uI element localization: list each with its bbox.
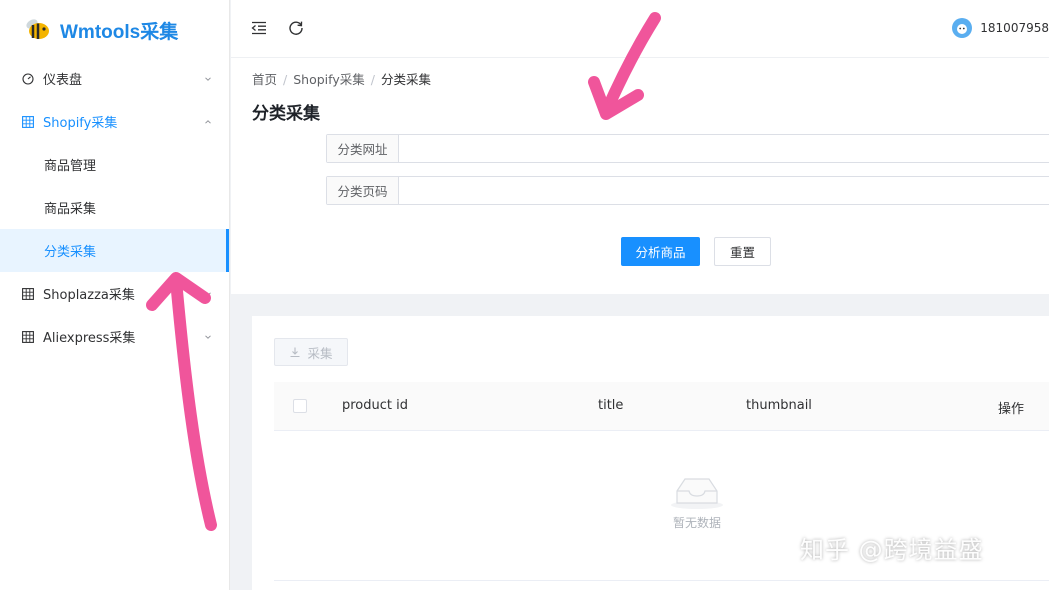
user-menu[interactable]: 181007958 <box>952 18 1049 38</box>
sidebar-item-aliexpress[interactable]: Aliexpress采集 <box>0 315 229 358</box>
collect-button-label: 采集 <box>307 345 333 361</box>
column-actions: 操作 <box>998 402 1025 417</box>
empty-state: 暂无数据 <box>667 471 727 531</box>
refresh-icon[interactable] <box>287 19 305 37</box>
breadcrumb: 首页 / Shopify采集 / 分类采集 <box>252 69 431 88</box>
sidebar-subitem-category-collect[interactable]: 分类采集 <box>0 229 229 272</box>
sidebar-subitem-label: 商品管理 <box>44 159 97 174</box>
sidebar-item-label: Shoplazza采集 <box>43 288 135 303</box>
app-logo[interactable]: Wmtools采集 <box>0 0 229 60</box>
column-title: title <box>598 398 624 413</box>
user-name: 181007958 <box>980 21 1049 35</box>
table-bottom-divider <box>274 580 1049 581</box>
breadcrumb-shopify[interactable]: Shopify采集 <box>293 72 365 87</box>
category-url-input[interactable] <box>399 135 1049 162</box>
breadcrumb-current: 分类采集 <box>380 72 431 87</box>
column-product-id: product id <box>342 398 408 413</box>
sidebar-item-shopify[interactable]: Shopify采集 <box>0 100 229 143</box>
chevron-down-icon <box>203 332 213 342</box>
watermark-text: 知乎 @跨境益盛 <box>800 536 984 564</box>
category-page-field: 分类页码 <box>326 176 1049 205</box>
category-url-field: 分类网址 <box>326 134 1049 163</box>
breadcrumb-home[interactable]: 首页 <box>252 72 277 87</box>
page-title: 分类采集 <box>252 104 320 124</box>
empty-inbox-icon <box>667 471 727 514</box>
select-all-checkbox[interactable] <box>293 399 307 413</box>
reset-button[interactable]: 重置 <box>714 237 771 266</box>
collapse-menu-icon[interactable] <box>250 19 268 37</box>
top-header: 181007958 <box>231 0 1049 58</box>
page-header-panel: 首页 / Shopify采集 / 分类采集 分类采集 分类网址 分类页码 分析商品 重置 <box>231 58 1049 294</box>
analyze-products-button[interactable]: 分析商品 <box>621 237 700 266</box>
table-header: product id title thumbnail 操作 <box>274 382 1049 431</box>
chevron-up-icon <box>203 117 213 127</box>
dashboard-icon <box>22 72 34 85</box>
category-page-label: 分类页码 <box>327 177 399 204</box>
avatar <box>952 18 973 38</box>
empty-text: 暂无数据 <box>672 516 721 530</box>
column-thumbnail: thumbnail <box>746 398 812 413</box>
sidebar-subitem-product-collect[interactable]: 商品采集 <box>0 186 229 229</box>
category-url-label: 分类网址 <box>327 135 399 162</box>
download-icon <box>290 347 300 358</box>
chevron-down-icon <box>203 289 213 299</box>
sidebar-subitem-label: 商品采集 <box>44 202 97 217</box>
sidebar-item-label: Shopify采集 <box>43 116 118 131</box>
sidebar-item-dashboard[interactable]: 仪表盘 <box>0 57 229 100</box>
sidebar: Wmtools采集 仪表盘 Shopify采集 商品管理 商品采集 分类采集 S… <box>0 0 230 590</box>
bee-logo-icon <box>22 15 52 45</box>
chevron-down-icon <box>203 74 213 84</box>
category-page-input[interactable] <box>399 177 1049 204</box>
breadcrumb-separator: / <box>370 72 375 87</box>
sidebar-item-shoplazza[interactable]: Shoplazza采集 <box>0 272 229 315</box>
sidebar-item-label: 仪表盘 <box>43 73 83 88</box>
grid-icon <box>22 287 34 300</box>
sidebar-subitem-label: 分类采集 <box>44 245 97 260</box>
sidebar-item-label: Aliexpress采集 <box>43 331 136 346</box>
grid-icon <box>22 330 34 343</box>
app-title: Wmtools采集 <box>60 21 179 43</box>
sidebar-subitem-product-management[interactable]: 商品管理 <box>0 143 229 186</box>
grid-icon <box>22 115 34 128</box>
collect-button[interactable]: 采集 <box>274 338 348 366</box>
breadcrumb-separator: / <box>283 72 288 87</box>
